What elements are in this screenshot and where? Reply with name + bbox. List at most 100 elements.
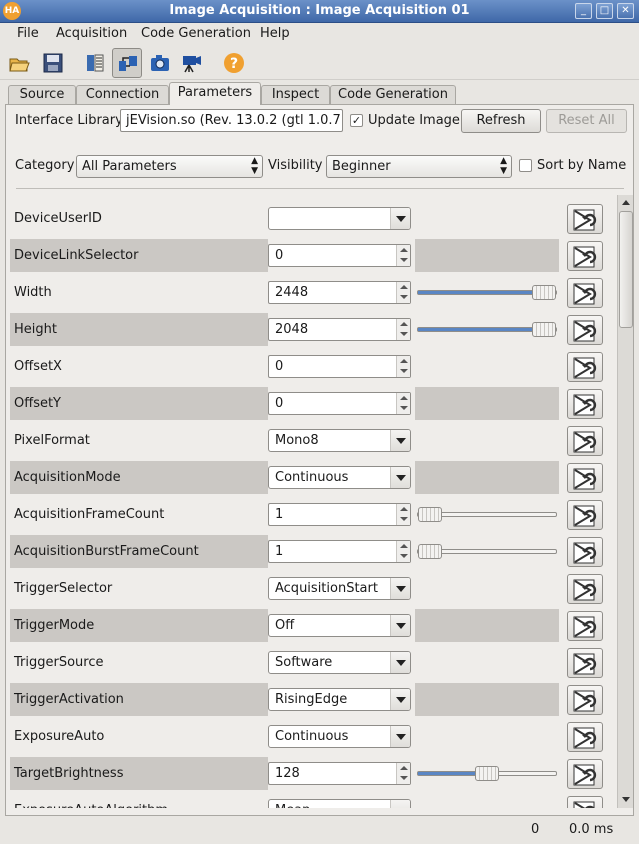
param-row: ExposureAutoAlgorithm Mean xyxy=(6,794,616,808)
help-icon[interactable]: ? xyxy=(219,48,249,78)
reset-param-button[interactable] xyxy=(567,574,603,604)
snap-camera-icon[interactable] xyxy=(145,48,175,78)
reset-param-button[interactable] xyxy=(567,685,603,715)
param-name: ExposureAuto xyxy=(14,729,105,744)
reset-param-button[interactable] xyxy=(567,204,603,234)
param-slider[interactable] xyxy=(417,507,557,522)
param-dropdown[interactable]: Off xyxy=(268,614,411,637)
title-bar[interactable]: HA Image Acquisition : Image Acquisition… xyxy=(0,0,639,23)
tab-inspect[interactable]: Inspect xyxy=(261,85,330,104)
param-dropdown[interactable]: AcquisitionStart xyxy=(268,577,411,600)
param-spinbox[interactable]: 128 xyxy=(268,762,411,785)
param-extra-area xyxy=(415,794,559,808)
param-row: PixelFormat Mono8 xyxy=(6,424,616,457)
slider-handle[interactable] xyxy=(475,766,499,781)
param-name: TriggerSource xyxy=(14,655,104,670)
sort-by-name-checkbox[interactable] xyxy=(519,159,532,172)
param-spinbox[interactable]: 2448 xyxy=(268,281,411,304)
param-spinbox[interactable]: 1 xyxy=(268,540,411,563)
reset-param-button[interactable] xyxy=(567,389,603,419)
param-dropdown[interactable]: Continuous xyxy=(268,466,411,489)
reset-param-button[interactable] xyxy=(567,315,603,345)
menu-help[interactable]: Help xyxy=(260,26,290,41)
param-extra-area xyxy=(415,720,559,753)
param-value: Off xyxy=(275,618,295,633)
menu-code-generation[interactable]: Code Generation xyxy=(141,26,251,41)
param-spinbox[interactable]: 1 xyxy=(268,503,411,526)
scroll-up-icon[interactable] xyxy=(619,196,633,210)
spin-arrows-icon[interactable] xyxy=(396,282,410,303)
reset-param-button[interactable] xyxy=(567,241,603,271)
reset-param-button[interactable] xyxy=(567,352,603,382)
param-slider[interactable] xyxy=(417,322,557,337)
reset-param-button[interactable] xyxy=(567,537,603,567)
open-folder-icon[interactable] xyxy=(4,48,34,78)
param-row: TriggerSelector AcquisitionStart xyxy=(6,572,616,605)
slider-handle[interactable] xyxy=(532,322,556,337)
reset-param-button[interactable] xyxy=(567,759,603,789)
spin-arrows-icon[interactable] xyxy=(396,541,410,562)
slider-handle[interactable] xyxy=(418,507,442,522)
maximize-button[interactable]: □ xyxy=(596,3,613,19)
scroll-thumb[interactable] xyxy=(619,211,633,328)
menu-file[interactable]: File xyxy=(17,26,39,41)
scroll-down-icon[interactable] xyxy=(619,793,633,807)
category-select[interactable]: All Parameters ▲ ▼ xyxy=(76,155,263,178)
tab-code-generation[interactable]: Code Generation xyxy=(330,85,456,104)
separator xyxy=(16,188,624,189)
interface-library-field[interactable]: jEVision.so (Rev. 13.0.2 (gtl 1.0.7.3)) xyxy=(120,109,343,132)
spin-arrows-icon[interactable] xyxy=(396,763,410,784)
tab-source[interactable]: Source xyxy=(8,85,76,104)
param-dropdown[interactable]: RisingEdge xyxy=(268,688,411,711)
param-value: 2448 xyxy=(275,285,309,300)
param-extra-area xyxy=(415,461,559,494)
reset-param-button[interactable] xyxy=(567,426,603,456)
param-dropdown[interactable]: Mean xyxy=(268,799,411,808)
reset-param-button[interactable] xyxy=(567,648,603,678)
minimize-button[interactable]: _ xyxy=(575,3,592,19)
vertical-scrollbar[interactable] xyxy=(617,195,633,808)
param-spinbox[interactable]: 0 xyxy=(268,355,411,378)
reset-param-button[interactable] xyxy=(567,500,603,530)
spin-arrows-icon[interactable] xyxy=(396,245,410,266)
close-button[interactable]: ✕ xyxy=(617,3,634,19)
param-name: DeviceUserID xyxy=(14,211,102,226)
reset-param-button[interactable] xyxy=(567,278,603,308)
menu-acquisition[interactable]: Acquisition xyxy=(56,26,127,41)
param-value: 1 xyxy=(275,544,284,559)
update-image-checkbox[interactable]: ✓ xyxy=(350,114,363,127)
visibility-value: Beginner xyxy=(332,159,391,174)
reset-param-button[interactable] xyxy=(567,463,603,493)
tab-parameters[interactable]: Parameters xyxy=(169,82,261,105)
param-slider[interactable] xyxy=(417,544,557,559)
save-icon[interactable] xyxy=(38,48,68,78)
tab-connection[interactable]: Connection xyxy=(76,85,169,104)
connect-icon[interactable] xyxy=(112,48,142,78)
param-spinbox[interactable]: 2048 xyxy=(268,318,411,341)
param-dropdown[interactable]: Mono8 xyxy=(268,429,411,452)
spin-arrows-icon[interactable] xyxy=(396,356,410,377)
param-dropdown[interactable]: Continuous xyxy=(268,725,411,748)
reset-param-button[interactable] xyxy=(567,611,603,641)
param-spinbox[interactable]: 0 xyxy=(268,244,411,267)
reset-param-button[interactable] xyxy=(567,796,603,808)
param-spinbox[interactable]: 0 xyxy=(268,392,411,415)
chevron-down-icon xyxy=(390,652,410,673)
live-video-icon[interactable] xyxy=(177,48,207,78)
param-value: Continuous xyxy=(275,729,349,744)
param-dropdown[interactable]: Software xyxy=(268,651,411,674)
param-dropdown[interactable] xyxy=(268,207,411,230)
param-row: OffsetX 0 xyxy=(6,350,616,383)
param-slider[interactable] xyxy=(417,766,557,781)
spin-arrows-icon[interactable] xyxy=(396,504,410,525)
reset-param-button[interactable] xyxy=(567,722,603,752)
visibility-select[interactable]: Beginner ▲ ▼ xyxy=(326,155,512,178)
spin-arrows-icon[interactable] xyxy=(396,393,410,414)
reset-all-button[interactable]: Reset All xyxy=(546,109,627,133)
spin-arrows-icon[interactable] xyxy=(396,319,410,340)
slider-handle[interactable] xyxy=(532,285,556,300)
param-slider[interactable] xyxy=(417,285,557,300)
slider-handle[interactable] xyxy=(418,544,442,559)
parameter-list-icon[interactable] xyxy=(80,48,110,78)
refresh-button[interactable]: Refresh xyxy=(461,109,541,133)
